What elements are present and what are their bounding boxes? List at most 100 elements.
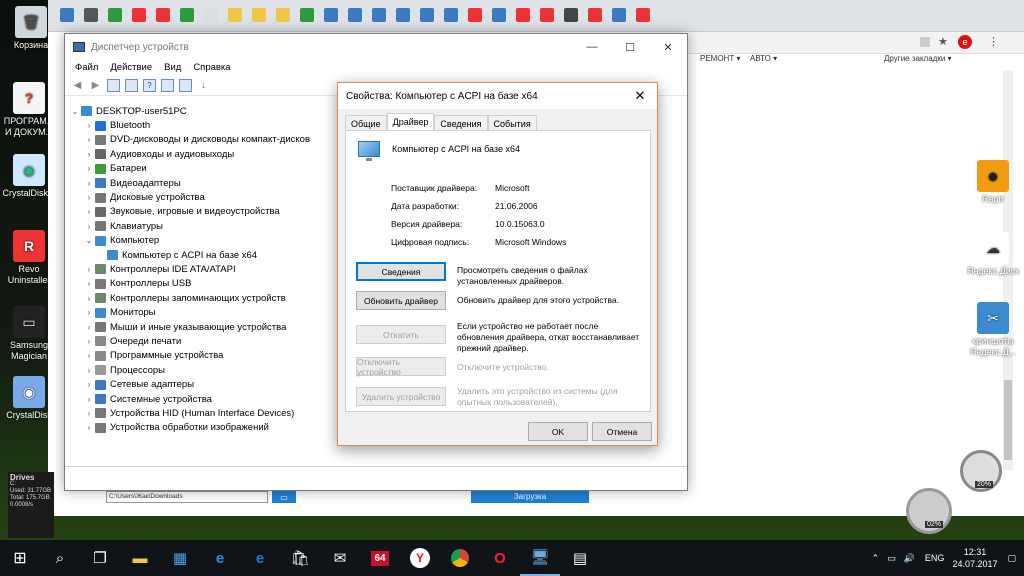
bookmark-favicon[interactable]: [156, 8, 170, 22]
expand-chevron-icon[interactable]: ›: [83, 409, 95, 418]
yandex-browser-button[interactable]: Y: [400, 540, 440, 576]
bookmark-favicon[interactable]: [492, 8, 506, 22]
bookmark-favicon[interactable]: [444, 8, 458, 22]
forward-icon[interactable]: ▶: [89, 79, 102, 92]
expand-chevron-icon[interactable]: ›: [83, 351, 95, 360]
search-button[interactable]: ⌕: [40, 540, 80, 576]
uninstall-device-button[interactable]: Удалить устройство: [356, 387, 446, 406]
bookmark-favicon[interactable]: [324, 8, 338, 22]
scan-hardware-icon[interactable]: [179, 79, 192, 92]
bookmark-favicon[interactable]: [204, 8, 218, 22]
expand-chevron-icon[interactable]: ›: [83, 164, 95, 173]
tab-events[interactable]: События: [487, 115, 537, 131]
collapse-chevron-icon[interactable]: ⌄: [83, 236, 95, 245]
bookmark-favicon[interactable]: [564, 8, 578, 22]
collapse-chevron-icon[interactable]: ⌄: [69, 107, 81, 116]
yandex-disk-desktop-icon[interactable]: ☁ Яндекс.Диск: [962, 232, 1024, 277]
bookmark-favicon[interactable]: [612, 8, 626, 22]
bookmark-favicon[interactable]: [468, 8, 482, 22]
driver-details-button[interactable]: Сведения: [356, 262, 446, 281]
bookmark-favicon[interactable]: [396, 8, 410, 22]
bookmark-avto[interactable]: АВТО ▾: [750, 54, 777, 63]
properties-icon[interactable]: [125, 79, 138, 92]
menu-icon[interactable]: ⋮: [988, 35, 999, 48]
add-legacy-hardware-icon[interactable]: ↓: [197, 79, 210, 92]
aida64-button[interactable]: 64: [360, 540, 400, 576]
bookmark-favicon[interactable]: [516, 8, 530, 22]
volume-icon[interactable]: 🔊: [904, 553, 915, 564]
tab-general[interactable]: Общие: [345, 115, 387, 131]
bookmark-favicon[interactable]: [60, 8, 74, 22]
dialog-title-bar[interactable]: Свойства: Компьютер с ACPI на базе x64: [338, 83, 657, 109]
expand-chevron-icon[interactable]: ›: [83, 423, 95, 432]
expand-chevron-icon[interactable]: ›: [83, 395, 95, 404]
start-button[interactable]: ⊞: [0, 540, 40, 576]
back-icon[interactable]: ◀: [71, 79, 84, 92]
maximize-button[interactable]: ☐: [611, 34, 649, 60]
help-icon[interactable]: ?: [143, 79, 156, 92]
download-button[interactable]: Загрузка: [471, 489, 589, 503]
mail-button[interactable]: ✉: [320, 540, 360, 576]
expand-chevron-icon[interactable]: ›: [83, 179, 95, 188]
ie-button[interactable]: e: [200, 540, 240, 576]
download-path-field[interactable]: C:\Users\Жак\Downloads: [106, 491, 268, 503]
notifications-icon[interactable]: ▢: [1007, 553, 1016, 564]
device-manager-taskbar-button[interactable]: 🖥: [520, 540, 560, 576]
menu-help[interactable]: Справка: [187, 60, 236, 76]
minimize-button[interactable]: —: [573, 34, 611, 60]
clock[interactable]: 12:31 24.07.2017: [952, 546, 997, 570]
bookmark-favicon[interactable]: [540, 8, 554, 22]
tab-driver[interactable]: Драйвер: [386, 113, 435, 131]
close-button[interactable]: ✕: [649, 34, 687, 60]
store-button[interactable]: 🛍: [280, 540, 320, 576]
bookmark-favicon[interactable]: [372, 8, 386, 22]
dialog-close-button[interactable]: ✕: [623, 83, 657, 109]
language-indicator[interactable]: ENG: [925, 553, 945, 563]
expand-chevron-icon[interactable]: ›: [83, 294, 95, 303]
expand-chevron-icon[interactable]: ›: [83, 323, 95, 332]
tray-overflow-icon[interactable]: ⌃: [872, 553, 880, 564]
scroll-thumb[interactable]: [1004, 380, 1012, 460]
file-explorer-button[interactable]: ▬: [120, 540, 160, 576]
bookmark-other[interactable]: Другие закладки ▾: [884, 54, 952, 63]
raptr-desktop-icon[interactable]: ☻ Raptr: [964, 160, 1022, 205]
expand-chevron-icon[interactable]: ›: [83, 308, 95, 317]
bookmark-favicon[interactable]: [276, 8, 290, 22]
usb-app-button[interactable]: ▤: [560, 540, 600, 576]
tab-details[interactable]: Сведения: [434, 115, 488, 131]
bookmark-favicon[interactable]: [180, 8, 194, 22]
folder-button[interactable]: ▭: [272, 491, 296, 503]
expand-chevron-icon[interactable]: ›: [83, 150, 95, 159]
expand-chevron-icon[interactable]: ›: [83, 380, 95, 389]
expand-chevron-icon[interactable]: ›: [83, 337, 95, 346]
update-driver-icon[interactable]: [161, 79, 174, 92]
bookmark-remont[interactable]: РЕМОНТ ▾: [700, 54, 740, 63]
page-icon[interactable]: [920, 37, 930, 47]
ok-button[interactable]: OK: [528, 422, 588, 441]
expand-chevron-icon[interactable]: ›: [83, 193, 95, 202]
menu-action[interactable]: Действие: [104, 60, 158, 76]
rollback-driver-button[interactable]: Откатить: [356, 325, 446, 344]
bookmark-favicon[interactable]: [84, 8, 98, 22]
star-icon[interactable]: ★: [938, 35, 948, 48]
yandex-screenshots-desktop-icon[interactable]: ✂ криншоты Яндекс.Д...: [962, 302, 1024, 358]
bookmark-favicon[interactable]: [636, 8, 650, 22]
bookmark-favicon[interactable]: [348, 8, 362, 22]
bookmark-favicon[interactable]: [108, 8, 122, 22]
tree-view-icon[interactable]: [107, 79, 120, 92]
expand-chevron-icon[interactable]: ›: [83, 265, 95, 274]
disable-device-button[interactable]: Отключить устройство: [356, 357, 446, 377]
opera-icon[interactable]: e: [958, 35, 972, 49]
bookmark-favicon[interactable]: [588, 8, 602, 22]
cancel-button[interactable]: Отмена: [592, 422, 652, 441]
bookmark-favicon[interactable]: [228, 8, 242, 22]
menu-file[interactable]: Файл: [69, 60, 104, 76]
opera-button[interactable]: O: [480, 540, 520, 576]
network-app-button[interactable]: ▦: [160, 540, 200, 576]
expand-chevron-icon[interactable]: ›: [83, 222, 95, 231]
bookmark-favicon[interactable]: [420, 8, 434, 22]
update-driver-button[interactable]: Обновить драйвер: [356, 291, 446, 310]
expand-chevron-icon[interactable]: ›: [83, 135, 95, 144]
bookmark-favicon[interactable]: [300, 8, 314, 22]
bookmark-favicon[interactable]: [132, 8, 146, 22]
